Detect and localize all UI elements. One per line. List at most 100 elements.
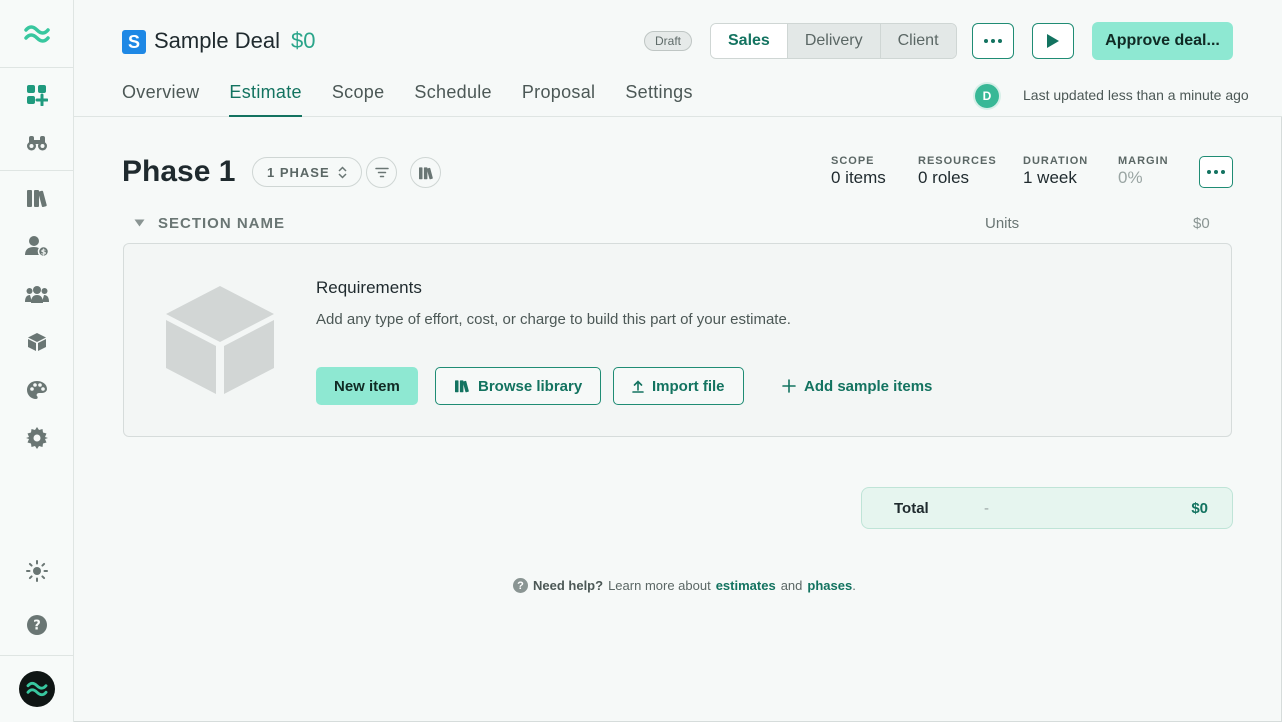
sun-icon bbox=[26, 560, 48, 582]
add-sample-items-button[interactable]: Add sample items bbox=[782, 367, 932, 405]
stat-value: 0 items bbox=[831, 168, 886, 187]
gear-icon bbox=[26, 427, 48, 449]
stat-scope: SCOPE 0 items bbox=[831, 155, 886, 188]
stat-value: 0% bbox=[1118, 168, 1143, 187]
stat-margin: MARGIN 0% bbox=[1118, 155, 1169, 188]
cube-icon bbox=[28, 333, 46, 351]
help-period: . bbox=[852, 578, 856, 593]
team-icon bbox=[25, 286, 49, 303]
account-avatar[interactable] bbox=[18, 671, 55, 707]
import-file-button[interactable]: Import file bbox=[613, 367, 744, 405]
phase-more-button[interactable] bbox=[1199, 156, 1233, 188]
upload-icon bbox=[632, 379, 644, 393]
help-footer: ? Need help? Learn more about estimates … bbox=[513, 578, 856, 593]
box-illustration-icon bbox=[166, 286, 274, 394]
total-label: Total bbox=[894, 500, 929, 517]
svg-text:?: ? bbox=[33, 619, 41, 634]
empty-state-card: Requirements Add any type of effort, cos… bbox=[123, 243, 1232, 437]
stat-label: DURATION bbox=[1023, 155, 1089, 167]
sidebar-account[interactable] bbox=[0, 655, 73, 722]
view-sales[interactable]: Sales bbox=[711, 24, 787, 58]
deal-tabs: Overview Estimate Scope Schedule Proposa… bbox=[122, 82, 693, 117]
sidebar-divider bbox=[0, 170, 73, 171]
help-text: and bbox=[780, 578, 803, 593]
help-circle-icon: ? bbox=[27, 615, 47, 635]
empty-state-description: Add any type of effort, cost, or charge … bbox=[316, 311, 791, 328]
last-updated-text: Last updated less than a minute ago bbox=[1023, 87, 1249, 103]
tab-schedule[interactable]: Schedule bbox=[414, 82, 491, 117]
stat-value: 0 roles bbox=[918, 168, 970, 187]
question-icon: ? bbox=[513, 578, 528, 593]
sidebar-item-help[interactable]: ? bbox=[22, 610, 52, 640]
wave-logo-icon bbox=[23, 24, 50, 43]
wave-logo-icon bbox=[26, 681, 47, 697]
stat-duration: DURATION 1 week bbox=[1023, 155, 1088, 188]
section-total: $0 bbox=[1193, 215, 1210, 232]
add-sample-items-label: Add sample items bbox=[804, 377, 933, 395]
view-delivery[interactable]: Delivery bbox=[786, 24, 880, 58]
svg-text:$: $ bbox=[41, 248, 47, 257]
tab-overview[interactable]: Overview bbox=[122, 82, 199, 117]
browse-library-label: Browse library bbox=[478, 377, 583, 395]
help-text: Learn more about bbox=[608, 578, 711, 593]
sidebar-item-deals[interactable] bbox=[22, 80, 52, 110]
total-units: - bbox=[984, 500, 989, 517]
person-dollar-icon: $ bbox=[25, 236, 49, 257]
deal-header: S Sample Deal $0 Draft Sales Delivery Cl… bbox=[74, 0, 1282, 117]
status-badge: Draft bbox=[644, 31, 693, 51]
palette-icon bbox=[27, 381, 47, 399]
view-switcher: Sales Delivery Client bbox=[710, 23, 957, 59]
grid-plus-icon bbox=[27, 85, 48, 106]
stat-label: SCOPE bbox=[831, 155, 875, 167]
stat-value[interactable]: 1 week bbox=[1023, 168, 1088, 188]
more-actions-button[interactable] bbox=[972, 23, 1014, 59]
filter-icon bbox=[374, 167, 389, 178]
sidebar: $ ? bbox=[0, 0, 74, 722]
library-icon bbox=[27, 190, 47, 208]
phase-selector-label: 1 PHASE bbox=[267, 164, 330, 180]
stat-label: MARGIN bbox=[1118, 155, 1169, 167]
help-lead: Need help? bbox=[533, 578, 604, 593]
tab-proposal[interactable]: Proposal bbox=[522, 82, 595, 117]
phase-selector[interactable]: 1 PHASE bbox=[252, 157, 362, 187]
estimates-link[interactable]: estimates bbox=[716, 578, 776, 593]
present-button[interactable] bbox=[1032, 23, 1074, 59]
total-value: $0 bbox=[1191, 500, 1208, 517]
plus-icon bbox=[782, 379, 796, 393]
tab-settings[interactable]: Settings bbox=[625, 82, 692, 117]
section-name[interactable]: SECTION NAME bbox=[158, 215, 285, 232]
sidebar-item-explore[interactable] bbox=[22, 128, 52, 158]
estimate-total: Total - $0 bbox=[861, 487, 1233, 529]
tab-scope[interactable]: Scope bbox=[332, 82, 385, 117]
deal-title[interactable]: Sample Deal bbox=[154, 28, 280, 54]
library-icon bbox=[455, 380, 469, 393]
sidebar-item-products[interactable] bbox=[22, 327, 52, 357]
filter-button[interactable] bbox=[366, 157, 397, 188]
sidebar-item-library[interactable] bbox=[22, 183, 52, 213]
sidebar-logo[interactable] bbox=[0, 0, 73, 68]
library-button[interactable] bbox=[410, 157, 441, 188]
sidebar-item-team[interactable] bbox=[22, 279, 52, 309]
new-item-button[interactable]: New item bbox=[316, 367, 418, 405]
ellipsis-icon bbox=[1207, 170, 1225, 174]
units-header: Units bbox=[985, 215, 1020, 232]
user-avatar[interactable]: D bbox=[975, 84, 999, 108]
binoculars-icon bbox=[27, 136, 47, 151]
view-client[interactable]: Client bbox=[879, 24, 956, 58]
chevron-updown-icon bbox=[338, 165, 347, 179]
play-icon bbox=[1047, 34, 1059, 48]
import-file-label: Import file bbox=[652, 377, 725, 395]
sidebar-item-settings[interactable] bbox=[22, 423, 52, 453]
phases-link[interactable]: phases bbox=[807, 578, 852, 593]
sidebar-item-branding[interactable] bbox=[22, 375, 52, 405]
sidebar-item-people-cost[interactable]: $ bbox=[22, 231, 52, 261]
library-icon bbox=[418, 166, 433, 179]
stat-resources: RESOURCES 0 roles bbox=[918, 155, 997, 188]
phase-title[interactable]: Phase 1 bbox=[122, 155, 235, 189]
browse-library-button[interactable]: Browse library bbox=[435, 367, 602, 405]
tab-estimate[interactable]: Estimate bbox=[229, 82, 302, 117]
approve-deal-button[interactable]: Approve deal... bbox=[1092, 22, 1233, 60]
caret-down-icon[interactable] bbox=[134, 219, 145, 227]
sidebar-item-theme[interactable] bbox=[22, 556, 52, 586]
ellipsis-icon bbox=[984, 39, 1002, 43]
